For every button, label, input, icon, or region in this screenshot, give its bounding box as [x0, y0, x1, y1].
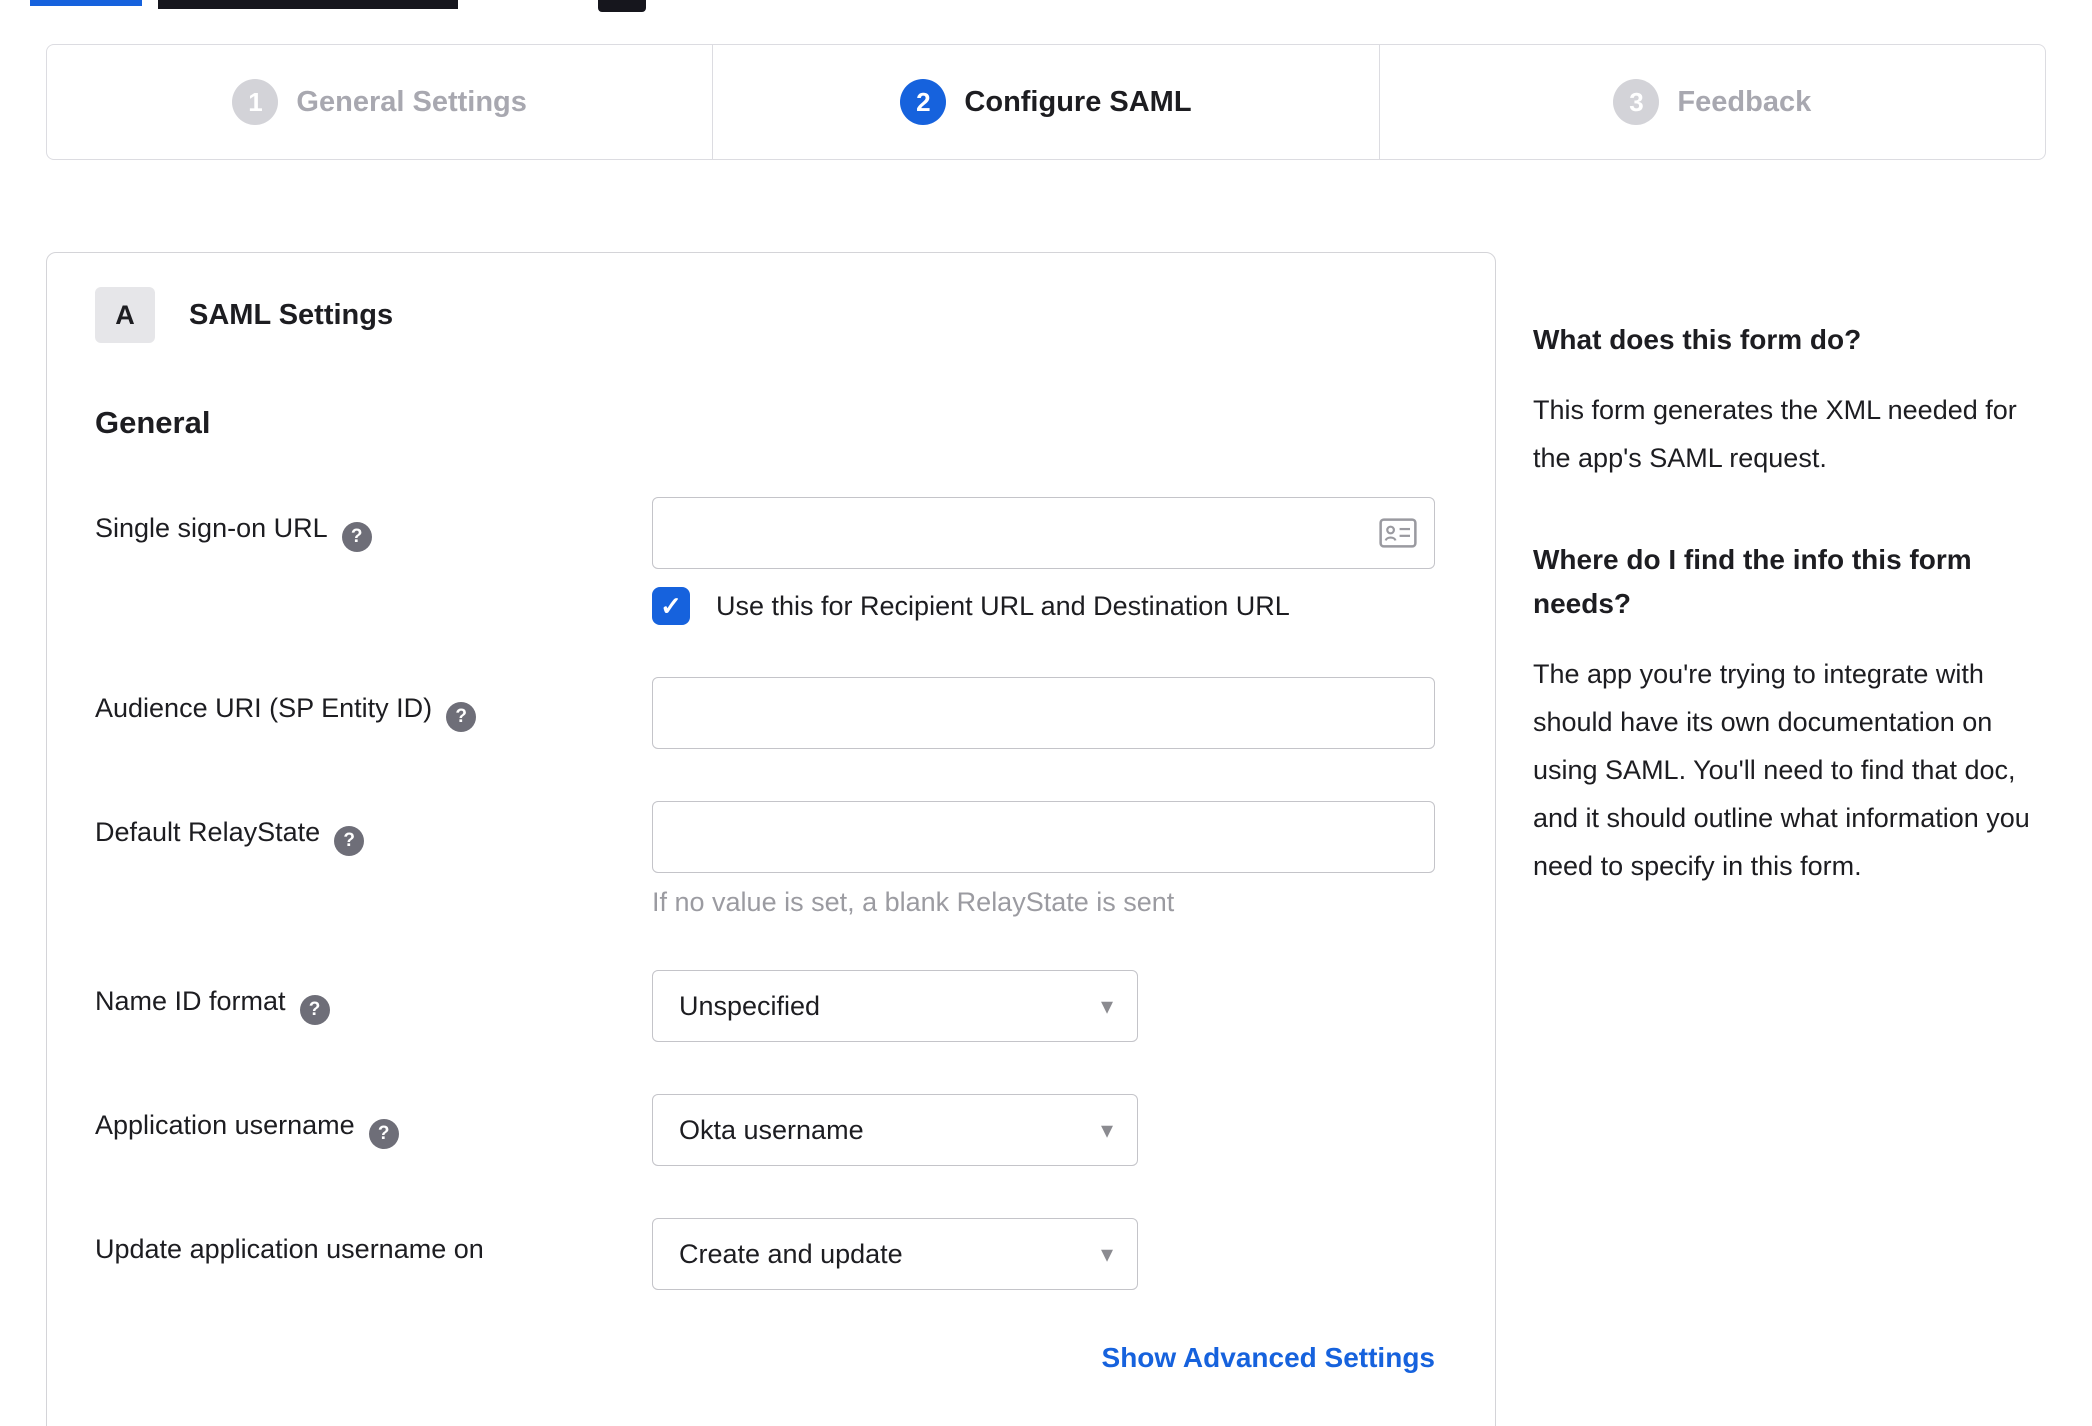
- audience-uri-input[interactable]: [652, 677, 1435, 749]
- field-label: Default RelayState?: [95, 801, 652, 918]
- select-value: Unspecified: [679, 990, 821, 1021]
- field-row-audience-uri: Audience URI (SP Entity ID)?: [95, 677, 1435, 749]
- help-icon[interactable]: ?: [334, 826, 365, 856]
- saml-settings-panel: A SAML Settings General Single sign-on U…: [46, 252, 1496, 1426]
- help-icon[interactable]: ?: [368, 1119, 399, 1149]
- field-control: Okta username ▾: [652, 1094, 1138, 1166]
- step-feedback[interactable]: 3 Feedback: [1378, 45, 2045, 159]
- configure-saml-page: 1 General Settings 2 Configure SAML 3 Fe…: [0, 0, 2092, 1426]
- update-application-username-select[interactable]: Create and update ▾: [652, 1218, 1138, 1290]
- page-header-fragment-title: [158, 0, 458, 9]
- field-label: Name ID format?: [95, 970, 652, 1042]
- field-row-single-sign-on-url: Single sign-on URL? ✓ Use this for Recip…: [95, 497, 1435, 625]
- wizard-stepper: 1 General Settings 2 Configure SAML 3 Fe…: [46, 44, 2046, 160]
- recipient-url-checkbox[interactable]: ✓: [652, 587, 690, 625]
- help-sidebar: What does this form do? This form genera…: [1533, 318, 2051, 946]
- show-advanced-settings-link[interactable]: Show Advanced Settings: [1102, 1342, 1435, 1373]
- field-control: If no value is set, a blank RelayState i…: [652, 801, 1435, 918]
- help-icon[interactable]: ?: [341, 522, 372, 552]
- page-header-fragment-blue: [30, 0, 142, 6]
- step-number-badge: 2: [900, 79, 947, 125]
- help-icon[interactable]: ?: [299, 995, 330, 1025]
- field-row-application-username: Application username? Okta username ▾: [95, 1094, 1435, 1166]
- step-number-badge: 3: [1613, 79, 1660, 125]
- name-id-format-select[interactable]: Unspecified ▾: [652, 970, 1138, 1042]
- relaystate-hint: If no value is set, a blank RelayState i…: [652, 887, 1175, 917]
- field-label-text: Single sign-on URL: [95, 513, 328, 543]
- field-label: Application username?: [95, 1094, 652, 1166]
- field-label-text: Application username: [95, 1110, 355, 1140]
- saml-settings-header: A SAML Settings: [95, 287, 1435, 343]
- chevron-down-icon: ▾: [1100, 1116, 1113, 1144]
- single-sign-on-url-input[interactable]: [652, 497, 1435, 569]
- select-value: Okta username: [679, 1114, 864, 1145]
- field-control: ✓ Use this for Recipient URL and Destina…: [652, 497, 1435, 625]
- help-heading-what: What does this form do?: [1533, 324, 1862, 355]
- field-label: Single sign-on URL?: [95, 497, 652, 625]
- field-label: Audience URI (SP Entity ID)?: [95, 677, 652, 749]
- section-a-badge: A: [95, 287, 155, 343]
- field-label-text: Update application username on: [95, 1234, 484, 1264]
- advanced-settings-row: Show Advanced Settings: [95, 1342, 1435, 1374]
- help-body-where: The app you're trying to integrate with …: [1533, 659, 2030, 881]
- check-icon: ✓: [660, 590, 682, 621]
- recipient-url-checkbox-label: Use this for Recipient URL and Destinati…: [716, 590, 1290, 621]
- step-label: Configure SAML: [964, 85, 1192, 118]
- field-control: [652, 677, 1435, 749]
- step-number-badge: 1: [232, 79, 279, 125]
- step-general-settings[interactable]: 1 General Settings: [47, 45, 712, 159]
- field-label-text: Name ID format: [95, 986, 286, 1016]
- field-row-update-application-username: Update application username on Create an…: [95, 1218, 1435, 1290]
- select-value: Create and update: [679, 1238, 903, 1269]
- field-label-text: Audience URI (SP Entity ID): [95, 693, 433, 723]
- help-heading-where: Where do I find the info this form needs…: [1533, 544, 1972, 619]
- field-label: Update application username on: [95, 1218, 652, 1290]
- help-icon[interactable]: ?: [446, 702, 477, 732]
- section-title: SAML Settings: [189, 298, 394, 331]
- page-header-fragment-icon: [598, 0, 646, 12]
- step-label: General Settings: [296, 85, 527, 118]
- input-wrapper: [652, 497, 1435, 569]
- general-group-title: General: [95, 405, 211, 440]
- field-row-default-relaystate: Default RelayState? If no value is set, …: [95, 801, 1435, 918]
- chevron-down-icon: ▾: [1100, 992, 1113, 1020]
- input-wrapper: [652, 677, 1435, 749]
- default-relaystate-input[interactable]: [652, 801, 1435, 873]
- step-configure-saml[interactable]: 2 Configure SAML: [712, 45, 1378, 159]
- help-body-what: This form generates the XML needed for t…: [1533, 395, 2017, 473]
- input-wrapper: [652, 801, 1435, 873]
- recipient-url-checkbox-row: ✓ Use this for Recipient URL and Destina…: [652, 587, 1435, 625]
- chevron-down-icon: ▾: [1100, 1240, 1113, 1268]
- field-row-name-id-format: Name ID format? Unspecified ▾: [95, 970, 1435, 1042]
- application-username-select[interactable]: Okta username ▾: [652, 1094, 1138, 1166]
- field-label-text: Default RelayState: [95, 817, 321, 847]
- field-control: Create and update ▾: [652, 1218, 1138, 1290]
- step-label: Feedback: [1677, 85, 1812, 118]
- field-control: Unspecified ▾: [652, 970, 1138, 1042]
